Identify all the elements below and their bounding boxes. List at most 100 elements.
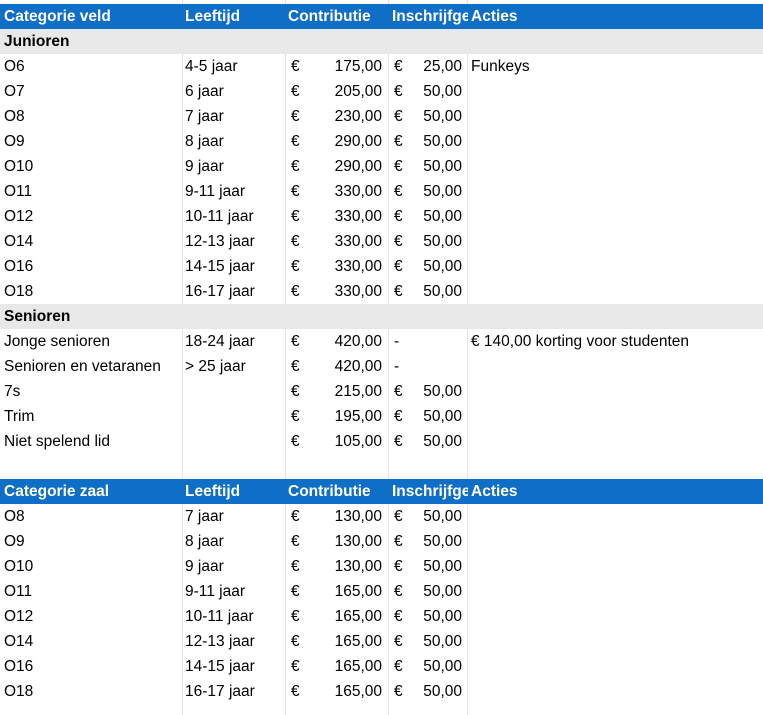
inschrijfgeld-cell[interactable]: 50,00	[408, 429, 462, 454]
category-cell[interactable]: O11	[4, 579, 180, 604]
contributie-cell[interactable]: 215,00	[306, 379, 382, 404]
inschrijfgeld-cell[interactable]: 50,00	[408, 79, 462, 104]
contributie-cell[interactable]: 205,00	[306, 79, 382, 104]
age-cell[interactable]: 8 jaar	[185, 129, 283, 154]
age-cell[interactable]: 9-11 jaar	[185, 179, 283, 204]
category-cell[interactable]: O14	[4, 629, 180, 654]
category-cell[interactable]: O16	[4, 654, 180, 679]
group-title[interactable]: Junioren	[4, 29, 304, 54]
contributie-currency[interactable]: €	[291, 54, 305, 79]
inschrijfgeld-currency[interactable]: €	[394, 54, 408, 79]
inschrijfgeld-cell[interactable]: 50,00	[408, 679, 462, 704]
category-cell[interactable]: O10	[4, 154, 180, 179]
acties-cell[interactable]: Funkeys	[471, 54, 761, 79]
inschrijfgeld-currency[interactable]: €	[394, 279, 408, 304]
contributie-currency[interactable]: €	[291, 154, 305, 179]
age-cell[interactable]: 18-24 jaar	[185, 329, 283, 354]
contributie-cell[interactable]: 290,00	[306, 154, 382, 179]
age-cell[interactable]: 7 jaar	[185, 104, 283, 129]
age-cell[interactable]: 6 jaar	[185, 79, 283, 104]
contributie-currency[interactable]: €	[291, 629, 305, 654]
contributie-currency[interactable]: €	[291, 554, 305, 579]
contributie-currency[interactable]: €	[291, 329, 305, 354]
age-cell[interactable]: > 25 jaar	[185, 354, 283, 379]
age-cell[interactable]: 12-13 jaar	[185, 629, 283, 654]
contributie-cell[interactable]: 165,00	[306, 604, 382, 629]
inschrijfgeld-currency[interactable]: €	[394, 579, 408, 604]
inschrijfgeld-currency[interactable]: €	[394, 254, 408, 279]
inschrijfgeld-currency[interactable]: €	[394, 679, 408, 704]
inschrijfgeld-currency[interactable]: €	[394, 179, 408, 204]
contributie-currency[interactable]: €	[291, 529, 305, 554]
contributie-currency[interactable]: €	[291, 429, 305, 454]
inschrijfgeld-cell[interactable]: 50,00	[408, 629, 462, 654]
age-cell[interactable]: 12-13 jaar	[185, 229, 283, 254]
age-cell[interactable]: 4-5 jaar	[185, 54, 283, 79]
contributie-currency[interactable]: €	[291, 504, 305, 529]
category-cell[interactable]: O14	[4, 229, 180, 254]
contributie-cell[interactable]: 230,00	[306, 104, 382, 129]
age-cell[interactable]: 10-11 jaar	[185, 604, 283, 629]
inschrijfgeld-currency[interactable]: €	[394, 204, 408, 229]
inschrijfgeld-cell[interactable]: 50,00	[408, 179, 462, 204]
inschrijfgeld-cell[interactable]: 50,00	[408, 604, 462, 629]
age-cell[interactable]: 14-15 jaar	[185, 254, 283, 279]
contributie-currency[interactable]: €	[291, 404, 305, 429]
inschrijfgeld-currency[interactable]: €	[394, 554, 408, 579]
inschrijfgeld-cell[interactable]: 50,00	[408, 154, 462, 179]
category-cell[interactable]: O9	[4, 529, 180, 554]
inschrijfgeld-cell[interactable]: 50,00	[408, 279, 462, 304]
age-cell[interactable]: 16-17 jaar	[185, 279, 283, 304]
contributie-cell[interactable]: 165,00	[306, 654, 382, 679]
inschrijfgeld-cell[interactable]: 50,00	[408, 654, 462, 679]
category-cell[interactable]: Senioren en vetaranen	[4, 354, 180, 379]
inschrijfgeld-cell[interactable]: 50,00	[408, 579, 462, 604]
acties-cell[interactable]: € 140,00 korting voor studenten	[471, 329, 761, 354]
zaal-header-acties[interactable]: Acties	[471, 479, 761, 504]
contributie-cell[interactable]: 105,00	[306, 429, 382, 454]
age-cell[interactable]: 9 jaar	[185, 554, 283, 579]
zaal-header-inschrijfgeld[interactable]: Inschrijfgeld	[392, 479, 468, 504]
contributie-cell[interactable]: 165,00	[306, 579, 382, 604]
contributie-currency[interactable]: €	[291, 279, 305, 304]
inschrijfgeld-currency[interactable]: €	[394, 154, 408, 179]
contributie-cell[interactable]: 130,00	[306, 529, 382, 554]
contributie-currency[interactable]: €	[291, 654, 305, 679]
contributie-cell[interactable]: 330,00	[306, 204, 382, 229]
contributie-currency[interactable]: €	[291, 204, 305, 229]
contributie-cell[interactable]: 330,00	[306, 254, 382, 279]
contributie-cell[interactable]: 130,00	[306, 504, 382, 529]
contributie-currency[interactable]: €	[291, 179, 305, 204]
zaal-header-age[interactable]: Leeftijd	[185, 479, 283, 504]
inschrijfgeld-cell[interactable]: 50,00	[408, 204, 462, 229]
contributie-cell[interactable]: 330,00	[306, 279, 382, 304]
inschrijfgeld-cell[interactable]: 50,00	[408, 254, 462, 279]
contributie-cell[interactable]: 290,00	[306, 129, 382, 154]
inschrijfgeld-currency[interactable]: €	[394, 379, 408, 404]
inschrijfgeld-cell[interactable]: 50,00	[408, 504, 462, 529]
contributie-cell[interactable]: 165,00	[306, 629, 382, 654]
category-cell[interactable]: O12	[4, 204, 180, 229]
contributie-currency[interactable]: €	[291, 604, 305, 629]
zaal-header-category[interactable]: Categorie zaal	[4, 479, 180, 504]
contributie-currency[interactable]: €	[291, 229, 305, 254]
inschrijfgeld-cell[interactable]: -	[394, 354, 414, 379]
age-cell[interactable]: 16-17 jaar	[185, 679, 283, 704]
inschrijfgeld-cell[interactable]: 25,00	[408, 54, 462, 79]
category-cell[interactable]: O18	[4, 279, 180, 304]
category-cell[interactable]: O10	[4, 554, 180, 579]
contributie-cell[interactable]: 195,00	[306, 404, 382, 429]
veld-header-category[interactable]: Categorie veld	[4, 4, 180, 29]
category-cell[interactable]: O8	[4, 504, 180, 529]
age-cell[interactable]: 8 jaar	[185, 529, 283, 554]
group-title[interactable]: Senioren	[4, 304, 304, 329]
age-cell[interactable]: 7 jaar	[185, 504, 283, 529]
contributie-cell[interactable]: 175,00	[306, 54, 382, 79]
contributie-currency[interactable]: €	[291, 379, 305, 404]
inschrijfgeld-cell[interactable]: 50,00	[408, 104, 462, 129]
category-cell[interactable]: O9	[4, 129, 180, 154]
veld-header-age[interactable]: Leeftijd	[185, 4, 283, 29]
inschrijfgeld-currency[interactable]: €	[394, 404, 408, 429]
inschrijfgeld-currency[interactable]: €	[394, 104, 408, 129]
inschrijfgeld-cell[interactable]: -	[394, 329, 414, 354]
